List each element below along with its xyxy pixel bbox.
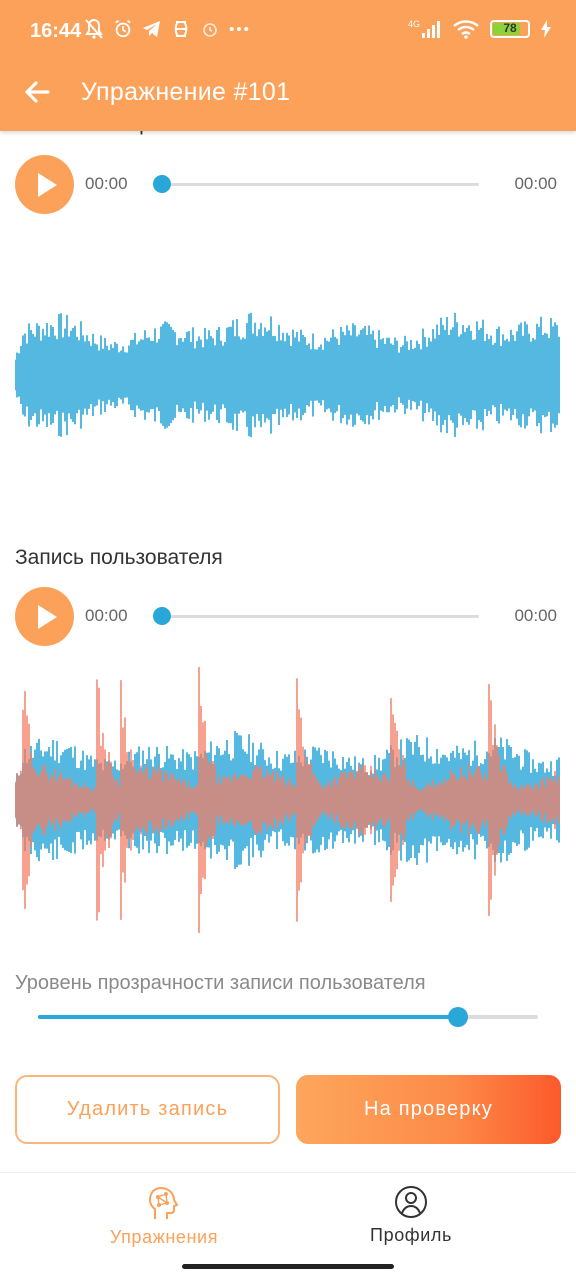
opacity-label: Уровень прозрачности записи пользователя: [15, 972, 426, 994]
user-recording-title: Запись пользователя: [15, 546, 223, 569]
user-play-button[interactable]: [15, 587, 74, 646]
app-header: 16:44 4G 78 Упражнение #101: [0, 0, 576, 131]
reference-seek-thumb[interactable]: [153, 175, 171, 193]
nav-exercises-label: Упражнения: [109, 1227, 219, 1247]
battery-level: 78: [503, 21, 517, 35]
user-current-time: 00:00: [85, 606, 128, 625]
user-seek-thumb[interactable]: [153, 607, 171, 625]
status-bar: 16:44 4G 78: [0, 0, 576, 62]
user-total-time: 00:00: [514, 606, 557, 625]
back-button[interactable]: [20, 74, 56, 110]
svg-text:4G: 4G: [408, 19, 420, 29]
status-time: 16:44: [30, 20, 82, 42]
more-icon: [229, 18, 249, 40]
home-indicator: [182, 1264, 394, 1269]
play-icon: [37, 172, 57, 197]
reference-total-time: 00:00: [514, 174, 557, 193]
delete-recording-button[interactable]: Удалить запись: [15, 1075, 280, 1144]
nav-exercises[interactable]: Упражнения: [64, 1185, 264, 1248]
opacity-slider-thumb[interactable]: [448, 1007, 468, 1027]
user-player: 00:00 00:00: [15, 587, 560, 647]
arrow-left-icon: [25, 81, 50, 103]
head-network-icon: [149, 1187, 178, 1219]
nav-profile[interactable]: Профиль: [311, 1185, 511, 1246]
comparison-waveform: [15, 667, 560, 933]
alarm-clock-icon: [200, 18, 220, 40]
nav-profile-label: Профиль: [370, 1225, 452, 1245]
alarm-icon: [113, 18, 133, 40]
user-seek-bar[interactable]: [153, 607, 479, 625]
notification-app-icon: [171, 18, 191, 40]
charging-icon: [540, 18, 552, 40]
reference-seek-bar[interactable]: [153, 175, 479, 193]
opacity-slider-fill: [38, 1015, 458, 1019]
reference-play-button[interactable]: [15, 155, 74, 214]
telegram-icon: [142, 18, 162, 40]
signal-icon: 4G: [408, 18, 442, 40]
reference-waveform: [15, 312, 560, 438]
battery-icon: 78: [490, 20, 530, 38]
page-title: Упражнение #101: [81, 78, 291, 106]
opacity-slider[interactable]: [38, 1007, 538, 1027]
submit-for-review-button[interactable]: На проверку: [296, 1075, 561, 1144]
reference-current-time: 00:00: [85, 174, 128, 193]
bell-off-icon: [84, 18, 104, 40]
wifi-icon: [452, 18, 480, 40]
play-icon: [37, 604, 57, 629]
reference-player: 00:00 00:00: [15, 155, 560, 215]
user-profile-icon: [395, 1186, 427, 1218]
